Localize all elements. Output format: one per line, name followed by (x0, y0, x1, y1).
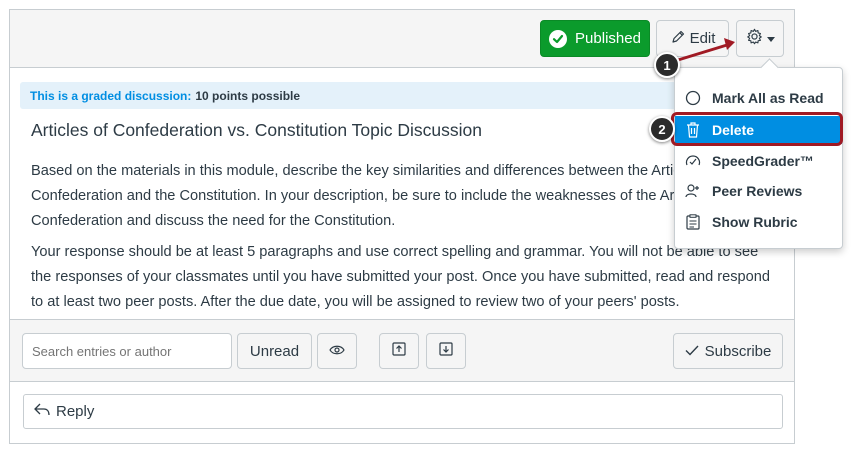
unread-label: Unread (249, 342, 300, 360)
menu-item-mark-all-read[interactable]: Mark All as Read (675, 84, 842, 112)
callout-badge-1: 1 (654, 52, 680, 78)
menu-item-label: Mark All as Read (712, 90, 824, 106)
pencil-icon (670, 29, 686, 49)
subscribe-label: Subscribe (704, 342, 772, 360)
graded-label: This is a graded discussion: (30, 88, 192, 103)
expand-icon (439, 342, 453, 360)
published-label: Published (575, 30, 641, 47)
menu-item-show-rubric[interactable]: Show Rubric (675, 208, 842, 236)
menu-item-label: SpeedGrader™ (712, 153, 814, 169)
callout-badge-2: 2 (649, 116, 675, 142)
menu-item-speedgrader[interactable]: SpeedGrader™ (675, 147, 842, 175)
settings-menu-button[interactable] (736, 20, 784, 57)
subscribe-button[interactable]: Subscribe (673, 333, 783, 369)
reply-button[interactable]: Reply (23, 394, 783, 429)
trash-icon (684, 121, 702, 139)
mark-read-button[interactable] (317, 333, 357, 369)
menu-item-peer-reviews[interactable]: Peer Reviews (675, 177, 842, 205)
menu-item-label: Delete (712, 122, 755, 138)
discussion-toolbar: Unread Subscribe (10, 319, 794, 382)
menu-item-delete[interactable]: Delete (675, 116, 842, 144)
checkmark-icon (685, 343, 699, 360)
gear-icon (746, 28, 763, 49)
edit-label: Edit (689, 30, 716, 47)
unread-button[interactable]: Unread (237, 333, 312, 369)
discussion-paragraph-1: Based on the materials in this module, d… (31, 163, 724, 229)
points-possible: 10 points possible (195, 88, 301, 103)
settings-dropdown-menu: Mark All as Read Delete SpeedGrader™ Pee… (674, 67, 843, 249)
rubric-icon (684, 213, 702, 231)
collapse-icon (392, 342, 406, 360)
discussion-title: Articles of Confederation vs. Constituti… (31, 120, 483, 140)
check-circle-icon (549, 29, 568, 48)
eye-icon (329, 343, 345, 360)
circle-icon (684, 89, 702, 107)
menu-item-label: Show Rubric (712, 214, 798, 230)
menu-item-label: Peer Reviews (712, 183, 803, 199)
collapse-replies-button[interactable] (379, 333, 419, 369)
peer-review-icon (684, 182, 702, 200)
published-button[interactable]: Published (540, 20, 650, 57)
discussion-paragraph-2: Your response should be at least 5 parag… (31, 244, 771, 310)
caret-down-icon (766, 30, 775, 47)
search-input[interactable] (22, 333, 232, 369)
expand-replies-button[interactable] (426, 333, 466, 369)
reply-label: Reply (56, 403, 95, 420)
speedgrader-icon (684, 152, 702, 170)
graded-banner: This is a graded discussion: 10 points p… (20, 82, 700, 109)
reply-arrow-icon (34, 403, 50, 420)
